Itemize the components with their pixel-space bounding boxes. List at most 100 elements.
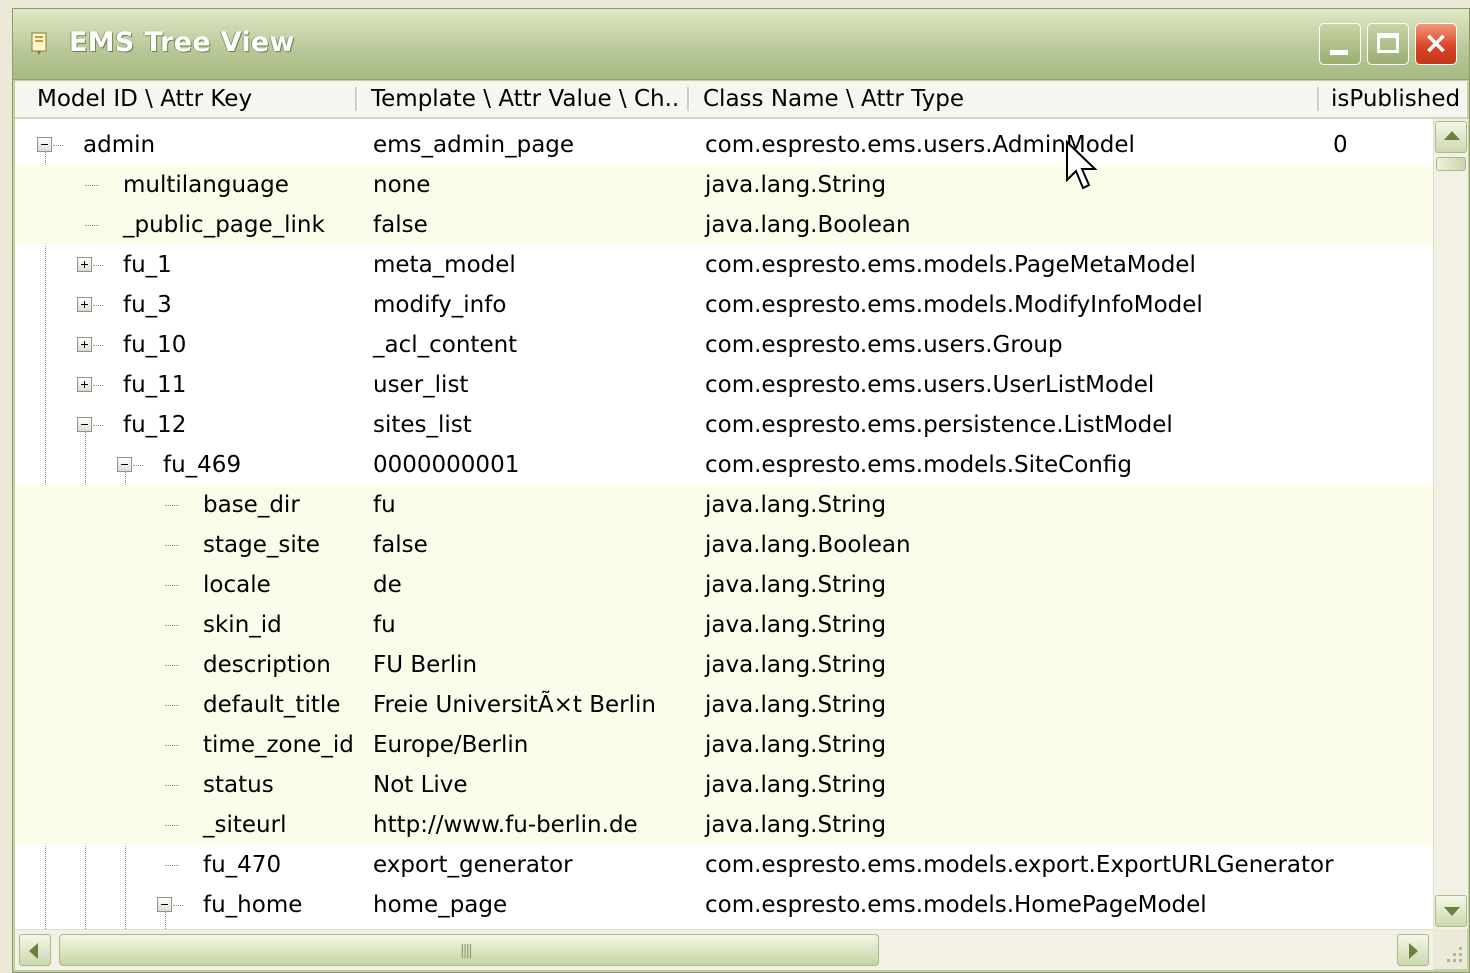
expand-icon[interactable]	[77, 377, 92, 392]
row-value: Not Live	[373, 772, 468, 798]
vertical-scroll-thumb[interactable]	[1436, 157, 1466, 171]
ems-tree-view-window: EMS Tree View × Model ID \ Attr Key Temp…	[12, 8, 1470, 973]
row-key: description	[203, 652, 331, 678]
row-key: _public_page_link	[123, 212, 325, 238]
close-icon: ×	[1423, 26, 1449, 61]
scroll-left-button[interactable]	[19, 934, 51, 966]
minimize-icon	[1330, 50, 1348, 55]
scroll-down-button[interactable]	[1435, 895, 1467, 927]
close-button[interactable]: ×	[1415, 23, 1457, 65]
table-row[interactable]: fu_11 user_list com.espresto.ems.users.Use…	[15, 365, 1433, 405]
resize-grip[interactable]	[1433, 929, 1467, 969]
maximize-icon	[1377, 33, 1399, 53]
tree-connector	[93, 345, 103, 346]
row-key: fu_469	[163, 452, 242, 478]
column-header-model-id[interactable]: Model ID \ Attr Key	[37, 81, 357, 117]
tree-connector	[165, 825, 179, 826]
row-value: http://www.fu-berlin.de	[373, 812, 638, 838]
row-key: default_title	[203, 692, 341, 718]
row-value: Freie UniversitÃ×t Berlin	[373, 692, 656, 718]
minimize-button[interactable]	[1319, 23, 1361, 65]
row-type: com.espresto.ems.users.Group	[705, 332, 1063, 358]
scroll-up-button[interactable]	[1435, 121, 1467, 153]
column-divider[interactable]	[355, 87, 358, 111]
row-type: com.espresto.ems.users.AdminModel	[705, 132, 1135, 158]
title-bar[interactable]: EMS Tree View ×	[13, 9, 1469, 80]
chevron-down-icon	[1444, 907, 1460, 916]
row-type: com.espresto.ems.models.PageMetaModel	[705, 252, 1196, 278]
table-row[interactable]: description FU Berlin java.lang.String	[15, 645, 1433, 685]
column-header-is-published[interactable]: isPublished	[1331, 81, 1469, 117]
table-row[interactable]: multilanguage none java.lang.String	[15, 165, 1433, 205]
expand-icon[interactable]	[77, 337, 92, 352]
row-type: java.lang.Boolean	[705, 212, 911, 238]
row-value: 0000000001	[373, 452, 520, 478]
column-header-class-name[interactable]: Class Name \ Attr Type	[703, 81, 1303, 117]
row-value: false	[373, 212, 428, 238]
row-value: home_page	[373, 892, 508, 918]
tree-connector	[165, 625, 179, 626]
table-row[interactable]: stage_site false java.lang.Boolean	[15, 525, 1433, 565]
table-row[interactable]: fu_3 modify_info com.espresto.ems.models.M…	[15, 285, 1433, 325]
row-value: none	[373, 172, 431, 198]
table-row[interactable]: _public_page_link false java.lang.Boolean	[15, 205, 1433, 245]
row-key: admin	[83, 132, 156, 158]
row-key: time_zone_id	[203, 732, 354, 758]
horizontal-scroll-thumb[interactable]: ||||	[59, 934, 879, 966]
table-row[interactable]: fu_home home_page com.espresto.ems.models.…	[15, 885, 1433, 925]
row-value: de	[373, 572, 402, 598]
maximize-button[interactable]	[1367, 23, 1409, 65]
horizontal-scrollbar[interactable]: ||||	[15, 929, 1433, 970]
resize-grip-icon	[1447, 947, 1462, 962]
row-value: FU Berlin	[373, 652, 478, 678]
row-type: java.lang.String	[705, 172, 887, 198]
table-row[interactable]: _siteurl http://www.fu-berlin.de java.lang…	[15, 805, 1433, 845]
collapse-icon[interactable]	[37, 137, 52, 152]
table-row[interactable]: base_dir fu java.lang.String	[15, 485, 1433, 525]
row-type: com.espresto.ems.models.HomePageModel	[705, 892, 1207, 918]
table-row[interactable]: time_zone_id Europe/Berlin java.lang.Strin…	[15, 725, 1433, 765]
tree-connector	[165, 545, 179, 546]
row-key: _siteurl	[203, 812, 287, 838]
chevron-up-icon	[1444, 131, 1460, 140]
expand-icon[interactable]	[77, 257, 92, 272]
row-value: Europe/Berlin	[373, 732, 529, 758]
row-type: java.lang.String	[705, 772, 887, 798]
tree-connector	[165, 785, 179, 786]
table-row[interactable]: fu_470 export_generator com.espresto.ems.m…	[15, 845, 1433, 885]
row-key: fu_1	[123, 252, 172, 278]
column-header-template[interactable]: Template \ Attr Value \ Ch...	[371, 81, 681, 117]
tree-connector	[93, 425, 103, 426]
window-title: EMS Tree View	[69, 27, 295, 58]
grip-icon: ||||	[460, 943, 473, 959]
vertical-scrollbar[interactable]	[1433, 119, 1468, 929]
row-type: com.espresto.ems.models.export.ExportURL…	[705, 852, 1334, 878]
tree-connector	[165, 745, 179, 746]
column-divider[interactable]	[687, 87, 690, 111]
table-row[interactable]: fu_469 0000000001 com.espresto.ems.models.…	[15, 445, 1433, 485]
row-value: meta_model	[373, 252, 516, 278]
table-row[interactable]: fu_12 sites_list com.espresto.ems.persiste…	[15, 405, 1433, 445]
table-row[interactable]: admin ems_admin_page com.espresto.ems.user…	[15, 125, 1433, 165]
tree-connector	[93, 305, 103, 306]
row-key: fu_11	[123, 372, 187, 398]
row-value: sites_list	[373, 412, 472, 438]
column-divider[interactable]	[1317, 87, 1320, 111]
row-key: status	[203, 772, 274, 798]
table-row[interactable]: fu_10 _acl_content com.espresto.ems.users.…	[15, 325, 1433, 365]
scroll-right-button[interactable]	[1397, 934, 1429, 966]
tree-connector	[133, 465, 143, 466]
table-row[interactable]: fu_1 meta_model com.espresto.ems.models.Pa…	[15, 245, 1433, 285]
row-value: fu	[373, 492, 396, 518]
collapse-icon[interactable]	[117, 457, 132, 472]
table-row[interactable]: status Not Live java.lang.String	[15, 765, 1433, 805]
collapse-icon[interactable]	[77, 417, 92, 432]
table-row[interactable]: default_title Freie UniversitÃ×t Berlin ja…	[15, 685, 1433, 725]
table-row[interactable]: skin_id fu java.lang.String	[15, 605, 1433, 645]
collapse-icon[interactable]	[157, 897, 172, 912]
row-type: com.espresto.ems.models.SiteConfig	[705, 452, 1132, 478]
table-row[interactable]: locale de java.lang.String	[15, 565, 1433, 605]
tree-connector	[93, 265, 103, 266]
expand-icon[interactable]	[77, 297, 92, 312]
row-key: locale	[203, 572, 271, 598]
